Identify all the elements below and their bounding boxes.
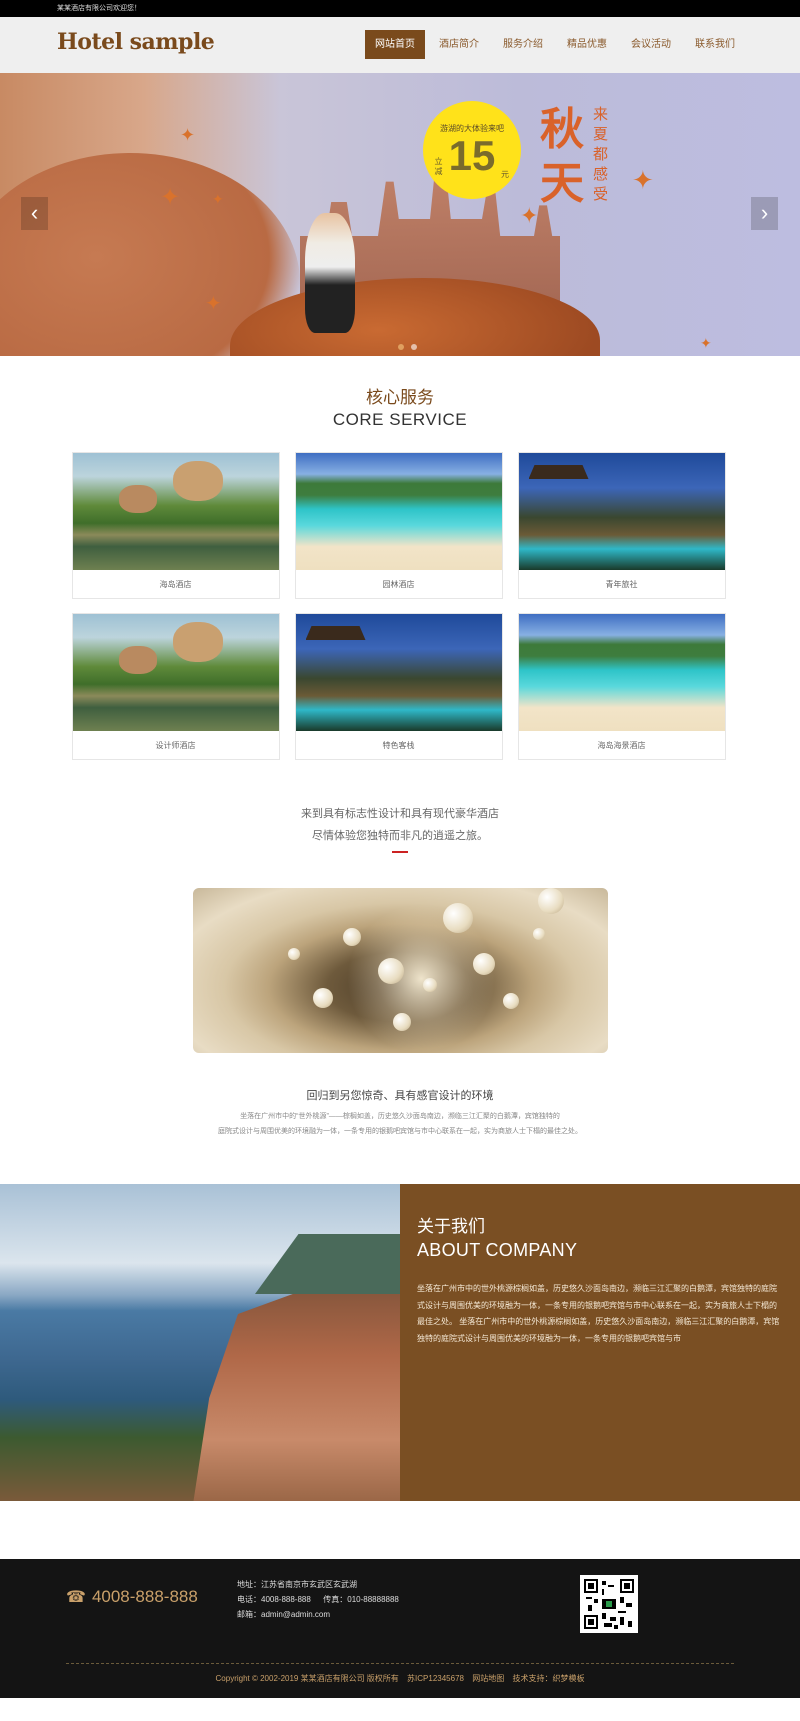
qr-code-icon xyxy=(580,1575,638,1633)
nav-item-contact[interactable]: 联系我们 xyxy=(685,30,745,59)
service-card[interactable]: 青年旅社 xyxy=(517,452,726,599)
about-section: 关于我们 ABOUT COMPANY 坐落在广州市中的世外桃源棕榈如盖，历史悠久… xyxy=(0,1184,800,1501)
service-photo[interactable] xyxy=(295,453,502,570)
site-header: Hotel sample 网站首页 酒店简介 服务介绍 精品优惠 会议活动 联系… xyxy=(0,17,800,73)
service-card[interactable]: 海岛酒店 xyxy=(71,452,280,599)
environment-title: 回归到另您惊奇、具有感官设计的环境 xyxy=(306,1090,494,1102)
service-card[interactable]: 海岛海景酒店 xyxy=(517,613,726,760)
site-footer: ☎ 4008-888-888 地址：江苏省南京市玄武区玄武湖 电话：4008-88… xyxy=(0,1559,800,1698)
main-nav: 网站首页 酒店简介 服务介绍 精品优惠 会议活动 联系我们 xyxy=(365,30,749,59)
about-body: 坐落在广州市中的世外桃源棕榈如盖，历史悠久沙面岛南边，濒临三江汇聚的白鹅潭，宾馆… xyxy=(417,1284,780,1343)
footer-contact: 地址：江苏省南京市玄武区玄武湖 电话：4008-888-888 传真：010-8… xyxy=(237,1577,399,1622)
service-photo[interactable] xyxy=(518,453,725,570)
service-label[interactable]: 青年旅社 xyxy=(517,570,726,599)
service-label[interactable]: 特色客栈 xyxy=(294,731,503,760)
core-service-section: 核心服务 CORE SERVICE 海岛酒店 园林酒店 青年旅社 设计师酒店 特… xyxy=(0,356,800,760)
footer-divider xyxy=(66,1663,734,1664)
footer-email[interactable]: 邮箱：admin@admin.com xyxy=(237,1607,399,1622)
icp-link[interactable]: 苏ICP12345678 xyxy=(407,1674,464,1683)
top-welcome-bar: 某某酒店有限公司欢迎您！ xyxy=(0,0,800,17)
maple-leaf-icon: ✦ xyxy=(520,203,539,228)
nav-item-hotel-intro[interactable]: 酒店简介 xyxy=(429,30,489,59)
promo-prefix: 立减 xyxy=(434,157,443,176)
core-title-en: CORE SERVICE xyxy=(332,410,468,429)
villa-roof-image xyxy=(255,1234,400,1294)
banner-headline: 秋天 xyxy=(540,105,584,208)
about-text-panel: 关于我们 ABOUT COMPANY 坐落在广州市中的世外桃源棕榈如盖，历史悠久… xyxy=(400,1184,800,1501)
nav-item-home[interactable]: 网站首页 xyxy=(365,30,425,59)
environment-desc-2: 庭院式设计与周围优美的环境融为一体，一条专用的银鹅吧宾馆与市中心联系在一起，实为… xyxy=(218,1128,582,1135)
service-photo[interactable] xyxy=(72,614,279,731)
environment-desc-1: 坐落在广州市中的“世外桃源”——棕榈如盖，历史悠久沙面岛南边，濒临三江汇聚的白鹅… xyxy=(240,1113,560,1120)
banner-dot-active[interactable] xyxy=(398,344,404,350)
copyright-text: Copyright © 2002-2019 某某酒店有限公司 版权所有 xyxy=(215,1674,399,1683)
maple-leaf-icon: ✦ xyxy=(205,293,222,315)
intro-line-2: 尽情体验您独特而非凡的逍遥之旅。 xyxy=(312,830,488,842)
nav-item-services[interactable]: 服务介绍 xyxy=(493,30,553,59)
promo-suffix: 元 xyxy=(501,170,509,179)
service-label[interactable]: 海岛海景酒店 xyxy=(517,731,726,760)
about-title-en: ABOUT COMPANY xyxy=(417,1240,578,1260)
service-label[interactable]: 设计师酒店 xyxy=(71,731,280,760)
tech-support-link[interactable]: 技术支持：织梦模板 xyxy=(512,1674,584,1683)
service-grid: 海岛酒店 园林酒店 青年旅社 设计师酒店 特色客栈 海岛海景酒店 xyxy=(71,452,729,760)
footer-phone: ☎ 4008-888-888 xyxy=(66,1587,198,1607)
nav-item-meetings[interactable]: 会议活动 xyxy=(621,30,681,59)
service-photo[interactable] xyxy=(72,453,279,570)
nav-item-offers[interactable]: 精品优惠 xyxy=(557,30,617,59)
maple-leaf-icon: ✦ xyxy=(212,191,224,207)
maple-leaf-icon: ✦ xyxy=(700,335,712,351)
banner-next-arrow-icon[interactable]: › xyxy=(751,197,778,230)
service-photo[interactable] xyxy=(518,614,725,731)
about-title-cn: 关于我们 xyxy=(417,1217,485,1236)
intro-line-1: 来到具有标志性设计和具有现代豪华酒店 xyxy=(301,808,499,820)
hero-banner[interactable]: ✦ ✦ ✦ ✦ ✦ ✦ ✦ 游湖的大体验来吧 15 立减 元 秋天 来夏都感受 … xyxy=(0,73,800,356)
service-label[interactable]: 园林酒店 xyxy=(294,570,503,599)
banner-dot[interactable] xyxy=(411,344,417,350)
core-title-cn: 核心服务 xyxy=(366,388,434,407)
promo-badge: 游湖的大体验来吧 15 立减 元 xyxy=(423,101,521,199)
service-card[interactable]: 特色客栈 xyxy=(294,613,503,760)
footer-tel-fax: 电话：4008-888-888 传真：010-88888888 xyxy=(237,1595,399,1604)
chandelier-photo xyxy=(192,888,608,1053)
service-label[interactable]: 海岛酒店 xyxy=(71,570,280,599)
banner-prev-arrow-icon[interactable]: ‹ xyxy=(21,197,48,230)
maple-leaf-icon: ✦ xyxy=(160,184,181,211)
banner-rider-image xyxy=(305,213,355,333)
footer-copyright: Copyright © 2002-2019 某某酒店有限公司 版权所有 苏ICP… xyxy=(0,1673,800,1684)
footer-phone-number: 4008-888-888 xyxy=(91,1587,198,1606)
banner-subline: 来夏都感受 xyxy=(593,106,609,203)
about-photo xyxy=(0,1184,400,1501)
sitemap-link[interactable]: 网站地图 xyxy=(472,1674,504,1683)
service-card[interactable]: 园林酒店 xyxy=(294,452,503,599)
site-logo[interactable]: Hotel sample xyxy=(57,29,215,55)
maple-leaf-icon: ✦ xyxy=(180,125,196,145)
maple-leaf-icon: ✦ xyxy=(632,165,654,195)
phone-icon: ☎ xyxy=(66,1589,86,1606)
welcome-text: 某某酒店有限公司欢迎您！ xyxy=(57,5,141,12)
environment-section: 回归到另您惊奇、具有感官设计的环境 坐落在广州市中的“世外桃源”——棕榈如盖，历… xyxy=(0,1087,800,1139)
service-photo[interactable] xyxy=(295,614,502,731)
service-card[interactable]: 设计师酒店 xyxy=(71,613,280,760)
footer-address: 地址：江苏省南京市玄武区玄武湖 xyxy=(237,1580,357,1589)
banner-pagination xyxy=(398,344,424,350)
divider-red xyxy=(392,851,408,853)
intro-section: 来到具有标志性设计和具有现代豪华酒店 尽情体验您独特而非凡的逍遥之旅。 xyxy=(0,803,800,1053)
